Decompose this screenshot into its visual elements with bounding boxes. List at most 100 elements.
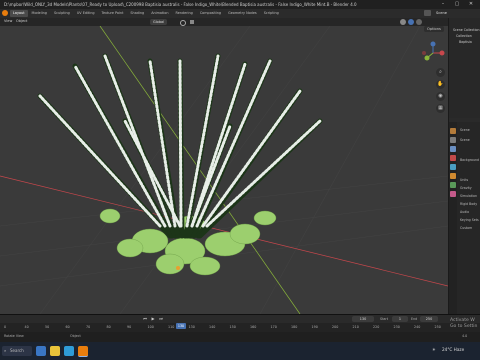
ruler-tick: 100 (147, 325, 154, 329)
start-label: Start (380, 317, 389, 321)
end-frame-field[interactable]: 250 (420, 316, 438, 322)
object-menu[interactable]: Object (16, 19, 27, 23)
scene-props-icon[interactable] (450, 155, 456, 161)
proportional-icon[interactable] (190, 20, 194, 24)
search-label: Search (10, 348, 24, 353)
scene-selector[interactable]: Scene (420, 9, 480, 18)
workspace-tab-modeling[interactable]: Modeling (29, 10, 50, 17)
taskbar: ⌕ Search ☀ 24°C Haze (0, 342, 480, 360)
props-section[interactable]: Audio (460, 210, 469, 214)
timeline: ⏮ ▶ ⏭ 130 Start 1 End 250 0 40 50 60 70 80 90 1… (0, 314, 480, 333)
ruler-tick: 50 (45, 325, 50, 329)
play-icon[interactable]: ▶ (150, 316, 156, 322)
status-bar: Rotate View Object 4.0 (0, 332, 480, 342)
tool-icon[interactable] (450, 128, 456, 134)
navigation-gizmo[interactable] (420, 40, 446, 66)
ruler-tick: 220 (373, 325, 380, 329)
properties-tabs (449, 122, 457, 314)
props-section[interactable]: Simulation (460, 194, 477, 198)
ruler-tick: 40 (24, 325, 29, 329)
props-section[interactable]: Custom (460, 226, 472, 230)
ruler-tick: 110 (168, 325, 175, 329)
activate-line: Go to Settin (450, 324, 478, 329)
render-icon[interactable] (450, 137, 456, 143)
scene-icon (424, 10, 431, 16)
weather-text[interactable]: 24°C Haze (442, 347, 464, 352)
taskbar-search[interactable]: ⌕ Search (2, 346, 32, 356)
edge-icon[interactable] (64, 346, 74, 356)
object-props-icon[interactable] (450, 173, 456, 179)
workspace-tab-scripting[interactable]: Scripting (261, 10, 282, 17)
jump-end-icon[interactable]: ⏭ (158, 316, 164, 322)
shading-material-icon[interactable] (408, 19, 414, 25)
workspace-tab-texture-paint[interactable]: Texture Paint (99, 10, 127, 17)
playhead[interactable]: 130 (176, 323, 186, 329)
end-label: End (411, 317, 418, 321)
ruler-tick: 70 (86, 325, 91, 329)
props-section[interactable]: Rigid Body (460, 202, 477, 206)
start-frame-field[interactable]: 1 (392, 316, 408, 322)
ruler-tick: 80 (106, 325, 111, 329)
shading-rendered-icon[interactable] (416, 19, 422, 25)
props-section[interactable]: Units (460, 178, 468, 182)
workspace-tab-geometry-nodes[interactable]: Geometry Nodes (225, 10, 260, 17)
ruler-tick: 140 (209, 325, 216, 329)
activate-windows-watermark: Activate W Go to Settin (450, 318, 477, 330)
workspace-tab-rendering[interactable]: Rendering (172, 10, 195, 17)
ruler-tick: 170 (270, 325, 277, 329)
options-dropdown[interactable]: Options (424, 26, 444, 32)
pan-hand-icon[interactable]: ✋ (436, 80, 445, 89)
folder-icon[interactable] (50, 346, 60, 356)
outliner-row[interactable]: Baptisia (459, 40, 472, 44)
zoom-icon[interactable]: ⌕ (436, 68, 445, 77)
current-frame-field[interactable]: 130 (352, 316, 374, 322)
properties-editor: Scene Scene Background Units Gravity Sim… (449, 122, 480, 314)
ruler-tick: 190 (311, 325, 318, 329)
window-titlebar: D:\mpbor\Wild_ONLY_3d Models\Plants\07_R… (0, 0, 480, 9)
window-title: D:\mpbor\Wild_ONLY_3d Models\Plants\07_R… (4, 2, 357, 7)
right-panel: Scene Collection Collection Baptisia Sce… (448, 18, 480, 314)
props-section: Scene (460, 128, 470, 132)
props-section[interactable]: Gravity (460, 186, 472, 190)
timeline-controls: ⏮ ▶ ⏭ 130 Start 1 End 250 (0, 315, 480, 323)
outliner-row[interactable]: Scene Collection (453, 28, 480, 32)
ruler-tick: 240 (414, 325, 421, 329)
props-section[interactable]: Scene (460, 138, 470, 142)
grid-toggle-icon[interactable]: ▦ (436, 104, 445, 113)
jump-start-icon[interactable]: ⏮ (142, 316, 148, 322)
ruler-tick: 200 (332, 325, 339, 329)
outliner[interactable]: Scene Collection Collection Baptisia (449, 18, 480, 118)
file-explorer-icon[interactable] (36, 346, 46, 356)
workspace-tab-layout[interactable]: Layout (10, 10, 28, 17)
material-icon[interactable] (450, 191, 456, 197)
minimize-icon[interactable]: – (436, 1, 450, 8)
workspace-tab-sculpting[interactable]: Sculpting (51, 10, 73, 17)
transform-orientation-dropdown[interactable]: Global (150, 19, 168, 25)
maximize-icon[interactable]: ▢ (450, 1, 464, 8)
workspace-tab-shading[interactable]: Shading (127, 10, 147, 17)
scene-label: Scene (436, 11, 447, 15)
modifier-icon[interactable] (450, 182, 456, 188)
workspace-tab-uv-editing[interactable]: UV Editing (74, 10, 98, 17)
close-icon[interactable]: ✕ (464, 1, 478, 8)
outliner-row[interactable]: Collection (456, 34, 472, 38)
ruler-tick: 90 (127, 325, 132, 329)
search-icon: ⌕ (4, 348, 7, 353)
props-section[interactable]: Keying Sets (460, 218, 479, 222)
ruler-tick: 130 (188, 325, 195, 329)
shading-solid-icon[interactable] (400, 19, 406, 25)
world-icon[interactable] (450, 164, 456, 170)
output-icon[interactable] (450, 146, 456, 152)
workspace-tab-animation[interactable]: Animation (148, 10, 171, 17)
ruler-tick: 160 (250, 325, 257, 329)
props-section[interactable]: Background (460, 158, 479, 162)
view-menu[interactable]: View (4, 19, 12, 23)
workspace-tab-compositing[interactable]: Compositing (197, 10, 224, 17)
3d-viewport[interactable]: Options ⌕ ✋ ◉ ▦ (0, 26, 448, 314)
blender-taskbar-icon[interactable] (78, 346, 88, 357)
weather-icon[interactable]: ☀ (432, 347, 436, 352)
workspace-tabs: Layout Modeling Sculpting UV Editing Texture… (10, 10, 282, 17)
blender-logo-icon[interactable] (2, 10, 8, 16)
camera-icon[interactable]: ◉ (436, 92, 445, 101)
x-axis-line (0, 175, 448, 287)
